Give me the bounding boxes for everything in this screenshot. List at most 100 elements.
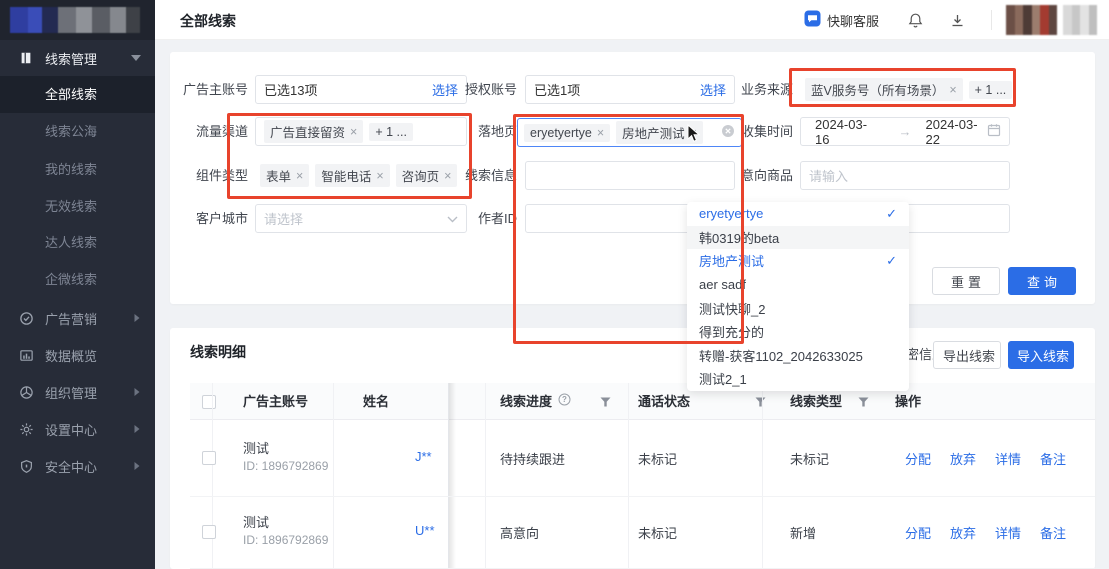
shield-icon [18,458,34,474]
column-header-progress: 线索进度 ? [500,383,571,420]
sidebar-item-ad-marketing[interactable]: 广告营销 [0,306,155,330]
account-name: 测试 [243,515,270,530]
app-logo [0,0,155,40]
author-id-label: 作者ID [477,211,517,226]
dropdown-option[interactable]: aer sadf [687,273,909,297]
notification-bell-icon[interactable] [907,12,924,29]
assign-link[interactable]: 分配 [905,523,931,542]
column-header-call-status: 通话状态 [638,394,691,409]
sidebar-item-org-management[interactable]: 组织管理 [0,380,155,404]
table-row[interactable]: 测试 ID: 1896792869 U** 高意向 未标记 新增 分配 放弃 详… [190,497,1095,569]
remark-link[interactable]: 备注 [1040,449,1066,468]
column-header-account: 广告主账号 [243,394,309,409]
account-id: ID: 1896792869 [243,459,329,473]
lead-info-input[interactable] [525,161,735,190]
collect-time-range-picker[interactable]: 2024-03-16 → 2024-03-22 [800,117,1010,147]
sidebar-item-lead-management[interactable]: 线索管理 [0,46,155,70]
landing-page-select[interactable]: eryetyertye× 房地产测试× [517,118,742,147]
lead-info-label: 线索信息 [464,168,517,183]
end-date[interactable]: 2024-03-22 [926,117,988,147]
remove-tag-icon[interactable]: × [597,126,604,140]
range-arrow-icon: → [898,124,912,139]
download-icon[interactable] [950,13,965,28]
remove-tag-icon[interactable]: × [949,83,956,97]
component-type-tag: 智能电话 × [315,164,390,187]
authorized-account-label: 授权账号 [464,82,517,97]
dropdown-option[interactable]: 测试快聊_2 [687,296,909,320]
intent-product-label: 意向商品 [740,168,793,183]
sidebar-item-security-center[interactable]: 安全中心 [0,454,155,478]
export-leads-button[interactable]: 导出线索 [933,341,1001,369]
chevron-right-icon [133,422,141,437]
dropdown-option[interactable]: 测试2_1 [687,367,909,391]
chevron-right-icon [133,459,141,474]
dropdown-option[interactable]: 房地产测试 ✓ [687,249,909,273]
support-chat-button[interactable]: 快聊客服 [804,10,879,30]
sidebar-item-my-leads[interactable]: 我的线索 [0,157,155,183]
filter-funnel-icon[interactable] [600,383,611,420]
calendar-icon [987,123,1001,140]
abandon-link[interactable]: 放弃 [950,523,976,542]
start-date[interactable]: 2024-03-16 [815,117,877,147]
details-link[interactable]: 详情 [995,523,1021,542]
sidebar-item-data-overview[interactable]: 数据概览 [0,343,155,367]
lead-name[interactable]: U** [415,523,435,538]
logo-blurred-image [10,7,140,33]
sidebar-item-lead-pool[interactable]: 线索公海 [0,119,155,145]
dropdown-option[interactable]: eryetyertye ✓ [687,202,909,226]
import-leads-button[interactable]: 导入线索 [1008,341,1074,369]
traffic-channel-more-tag: + 1 ... [369,122,413,141]
business-source-more-tag: + 1 ... [968,80,1013,99]
remove-tag-icon[interactable]: × [376,169,383,183]
lead-type: 未标记 [790,452,830,467]
sidebar-item-wecom-leads[interactable]: 企微线索 [0,267,155,293]
compass-icon [18,310,34,326]
svg-text:?: ? [562,395,567,404]
leads-title: 线索明细 [190,344,246,360]
authorized-account-select[interactable]: 已选1项 选择 [525,75,735,104]
select-all-checkbox[interactable] [202,394,216,409]
page-title: 全部线索 [180,13,236,29]
check-icon: ✓ [886,205,897,221]
call-status: 未标记 [638,526,678,541]
dropdown-option[interactable]: 转赠-获客1102_2042633025 [687,344,909,368]
table-row[interactable]: 测试 ID: 1896792869 J** 待持续跟进 未标记 未标记 分配 放… [190,420,1095,497]
account-id: ID: 1896792869 [243,533,329,547]
customer-city-label: 客户城市 [195,211,248,226]
sidebar-item-all-leads[interactable]: 全部线索 [0,76,155,113]
mouse-cursor [687,123,701,146]
clear-icon[interactable] [721,124,735,141]
remark-link[interactable]: 备注 [1040,523,1066,542]
call-status: 未标记 [638,452,678,467]
reset-button[interactable]: 重置 [932,267,1000,295]
abandon-link[interactable]: 放弃 [950,449,976,468]
lead-name[interactable]: J** [415,449,432,464]
divider [991,10,992,30]
filter-panel: 广告主账号 已选13项 选择 授权账号 已选1项 选择 业务来源 蓝V服务号（所… [170,52,1095,391]
sidebar: 线索管理 全部线索 线索公海 我的线索 无效线索 达人线索 企微线索 广告营销 … [0,0,155,569]
intent-product-input[interactable]: 请输入 [800,161,1010,190]
remove-tag-icon[interactable]: × [350,125,357,139]
book-icon [18,50,34,66]
check-icon: ✓ [886,252,897,268]
lead-progress: 待持续跟进 [500,452,566,467]
avatar[interactable] [1006,5,1097,35]
remove-tag-icon[interactable]: × [296,169,303,183]
chevron-down-icon [131,55,141,61]
question-circle-icon[interactable]: ? [558,383,571,420]
app-root: 线索管理 全部线索 线索公海 我的线索 无效线索 达人线索 企微线索 广告营销 … [0,0,1109,569]
dropdown-option[interactable]: 韩0319的beta [687,225,909,250]
column-header-name: 姓名 [363,394,390,409]
sidebar-item-settings-center[interactable]: 设置中心 [0,417,155,441]
dropdown-option[interactable]: 得到充分的 [687,320,909,344]
details-link[interactable]: 详情 [995,449,1021,468]
search-button[interactable]: 查询 [1008,267,1076,295]
table-header: 广告主账号 姓名 线索进度 ? 通话状态 线索类型 操作 [190,383,1095,420]
sidebar-item-talent-leads[interactable]: 达人线索 [0,230,155,256]
row-checkbox[interactable] [202,451,216,465]
row-checkbox[interactable] [202,525,216,539]
sidebar-item-invalid-leads[interactable]: 无效线索 [0,194,155,220]
business-source-select[interactable]: 蓝V服务号（所有场景） × + 1 ... [800,75,1013,104]
assign-link[interactable]: 分配 [905,449,931,468]
topbar: 全部线索 快聊客服 [155,0,1109,40]
